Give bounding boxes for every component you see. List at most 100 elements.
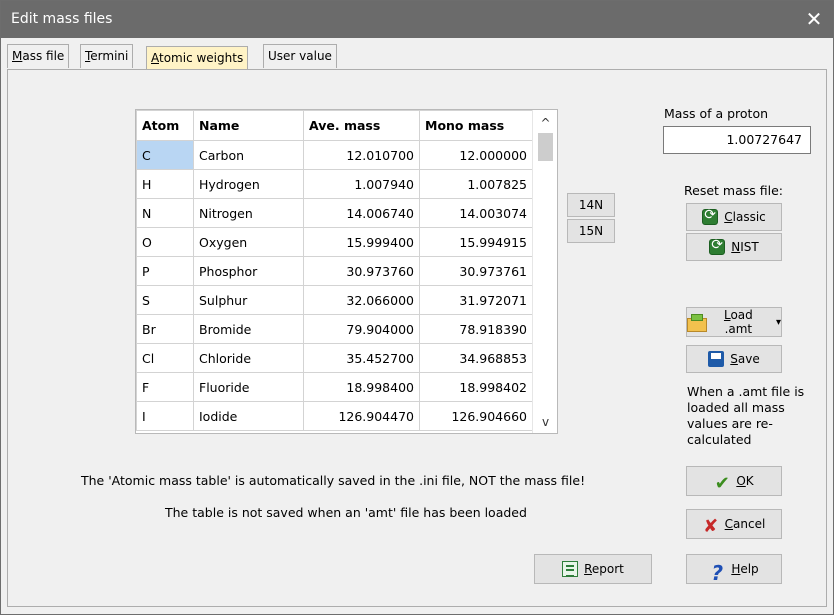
ok-label: OK (736, 474, 754, 488)
table-row[interactable]: C Carbon 12.010700 12.000000 (136, 140, 533, 170)
n14-button[interactable]: 14N (567, 193, 615, 217)
table-row[interactable]: Cl Chloride 35.452700 34.968853 (136, 343, 533, 373)
cancel-x-icon: ✘ (703, 516, 719, 537)
atomic-weights-grid[interactable]: Atom Name Ave. mass Mono mass C Carbon 12.… (135, 109, 558, 434)
cell-name[interactable]: Chloride (193, 343, 304, 373)
cell-name[interactable]: Phosphor (193, 256, 304, 286)
cell-ave-mass[interactable]: 79.904000 (303, 314, 420, 344)
tab-atomic-weights[interactable]: Atomic weights (146, 46, 249, 70)
cell-name[interactable]: Nitrogen (193, 198, 304, 228)
edit-mass-files-dialog: Edit mass files ✕ Mass file Termini Atom… (0, 0, 834, 615)
cell-mono-mass[interactable]: 18.998402 (419, 372, 533, 402)
cell-ave-mass[interactable]: 1.007940 (303, 169, 420, 199)
help-label: Help (731, 562, 759, 576)
cancel-button[interactable]: ✘ Cancel (686, 509, 782, 539)
cell-name[interactable]: Hydrogen (193, 169, 304, 199)
table-row[interactable]: F Fluoride 18.998400 18.998402 (136, 372, 533, 402)
info-text-not-saved: The table is not saved when an 'amt' fil… (165, 505, 527, 520)
cell-name[interactable]: Fluoride (193, 372, 304, 402)
table-row[interactable]: H Hydrogen 1.007940 1.007825 (136, 169, 533, 199)
table-row[interactable]: N Nitrogen 14.006740 14.003074 (136, 198, 533, 228)
cell-mono-mass[interactable]: 126.904660 (419, 401, 533, 431)
ok-button[interactable]: ✔ OK (686, 466, 782, 496)
load-amt-button[interactable]: Load .amt ▾ (686, 307, 782, 337)
reset-classic-label: Classic (724, 210, 766, 224)
reset-nist-button[interactable]: NIST (686, 233, 782, 261)
help-question-icon: ? (711, 561, 724, 585)
tab-termini[interactable]: Termini (80, 44, 134, 68)
chevron-down-icon: ▾ (775, 316, 781, 328)
amt-note: When a .amt file is loaded all mass valu… (687, 384, 805, 447)
column-header-ave-mass[interactable]: Ave. mass (303, 110, 420, 141)
n15-button[interactable]: 15N (567, 219, 615, 243)
cell-mono-mass[interactable]: 15.994915 (419, 227, 533, 257)
scroll-down-arrow-icon[interactable]: v (533, 412, 557, 432)
proton-mass-field[interactable]: 1.00727647 (663, 126, 811, 154)
cell-atom[interactable]: H (136, 169, 194, 199)
refresh-icon (709, 237, 726, 255)
cell-ave-mass[interactable]: 14.006740 (303, 198, 420, 228)
cell-name[interactable]: Iodide (193, 401, 304, 431)
cell-mono-mass[interactable]: 14.003074 (419, 198, 533, 228)
reset-classic-button[interactable]: Classic (686, 203, 782, 231)
cell-atom[interactable]: Cl (136, 343, 194, 373)
save-button[interactable]: Save (686, 345, 782, 373)
cell-ave-mass[interactable]: 12.010700 (303, 140, 420, 170)
n15-label: 15N (578, 224, 604, 238)
cell-name[interactable]: Sulphur (193, 285, 304, 315)
cell-mono-mass[interactable]: 1.007825 (419, 169, 533, 199)
reset-nist-label: NIST (731, 240, 759, 254)
proton-mass-label: Mass of a proton (664, 106, 769, 121)
cancel-label: Cancel (724, 517, 766, 531)
n14-label: 14N (578, 198, 604, 212)
window-title: Edit mass files (11, 11, 113, 27)
report-label: Report (584, 562, 624, 576)
grid-vertical-scrollbar[interactable]: ^ v (532, 110, 557, 433)
table-row[interactable]: O Oxygen 15.999400 15.994915 (136, 227, 533, 257)
cell-ave-mass[interactable]: 18.998400 (303, 372, 420, 402)
help-button[interactable]: ? Help (686, 554, 782, 585)
cell-mono-mass[interactable]: 78.918390 (419, 314, 533, 344)
cell-atom[interactable]: I (136, 401, 194, 431)
save-label: Save (730, 352, 760, 366)
cell-mono-mass[interactable]: 30.973761 (419, 256, 533, 286)
open-folder-icon (687, 314, 707, 332)
reset-mass-file-label: Reset mass file: (684, 183, 783, 198)
cell-ave-mass[interactable]: 35.452700 (303, 343, 420, 373)
cell-ave-mass[interactable]: 32.066000 (303, 285, 420, 315)
column-header-name[interactable]: Name (193, 110, 304, 141)
cell-atom[interactable]: O (136, 227, 194, 257)
column-header-atom[interactable]: Atom (136, 110, 194, 141)
cell-atom[interactable]: P (136, 256, 194, 286)
tab-user-value[interactable]: User value (263, 44, 337, 68)
cell-atom[interactable]: F (136, 372, 194, 402)
cell-name[interactable]: Carbon (193, 140, 304, 170)
table-row[interactable]: Br Bromide 79.904000 78.918390 (136, 314, 533, 344)
cell-name[interactable]: Oxygen (193, 227, 304, 257)
close-icon[interactable]: ✕ (801, 5, 827, 33)
scroll-up-arrow-icon[interactable]: ^ (533, 113, 557, 133)
cell-ave-mass[interactable]: 126.904470 (303, 401, 420, 431)
report-icon (562, 561, 579, 577)
cell-atom[interactable]: Br (136, 314, 194, 344)
cell-ave-mass[interactable]: 30.973760 (303, 256, 420, 286)
cell-mono-mass[interactable]: 31.972071 (419, 285, 533, 315)
table-row[interactable]: S Sulphur 32.066000 31.972071 (136, 285, 533, 315)
title-bar: Edit mass files ✕ (1, 1, 833, 38)
info-text-autosave: The 'Atomic mass table' is automatically… (81, 473, 586, 488)
scroll-thumb[interactable] (538, 133, 553, 161)
cell-name[interactable]: Bromide (193, 314, 304, 344)
tab-mass-file[interactable]: Mass file (7, 44, 70, 68)
table-row[interactable]: I Iodide 126.904470 126.904660 (136, 401, 533, 431)
load-amt-label: Load .amt (723, 308, 753, 336)
cell-mono-mass[interactable]: 34.968853 (419, 343, 533, 373)
check-icon: ✔ (714, 473, 730, 494)
cell-atom[interactable]: C (136, 140, 194, 170)
column-header-mono-mass[interactable]: Mono mass (419, 110, 533, 141)
cell-atom[interactable]: S (136, 285, 194, 315)
cell-ave-mass[interactable]: 15.999400 (303, 227, 420, 257)
table-row[interactable]: P Phosphor 30.973760 30.973761 (136, 256, 533, 286)
cell-mono-mass[interactable]: 12.000000 (419, 140, 533, 170)
cell-atom[interactable]: N (136, 198, 194, 228)
report-button[interactable]: Report (534, 554, 652, 584)
